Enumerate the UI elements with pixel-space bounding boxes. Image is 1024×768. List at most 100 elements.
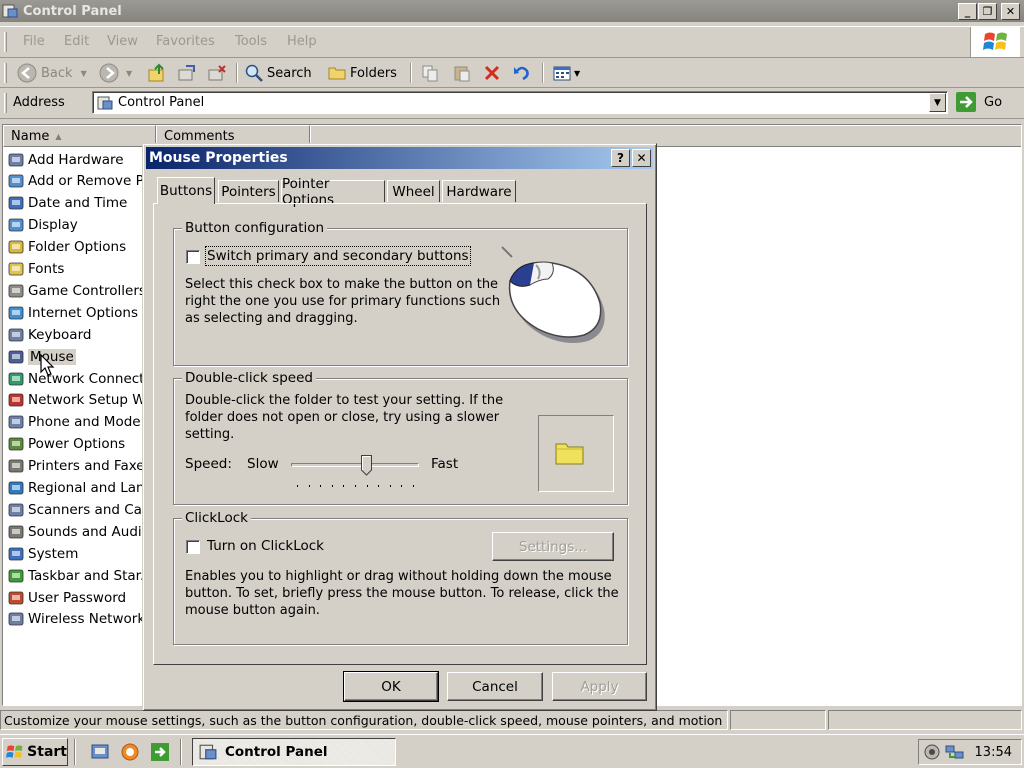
search-button[interactable]: Search — [244, 62, 312, 84]
list-item[interactable]: Printers and Faxes — [7, 456, 143, 477]
list-item[interactable]: System — [7, 543, 143, 564]
taskbar-control-panel-button[interactable]: Control Panel — [192, 738, 396, 766]
address-value: Control Panel — [118, 95, 205, 110]
tab-pointers[interactable]: Pointers — [218, 180, 279, 202]
list-item-label: Display — [28, 217, 78, 234]
tab-buttons[interactable]: Buttons — [157, 177, 215, 204]
close-window-button[interactable]: ✕ — [1001, 3, 1020, 20]
tray-network-icon[interactable] — [945, 743, 965, 761]
slider-tick — [343, 485, 345, 487]
help-button[interactable]: ? — [611, 149, 630, 167]
list-item[interactable]: Date and Time — [7, 193, 143, 214]
test-folder-area[interactable] — [538, 415, 614, 492]
back-button[interactable]: Back ▼ — [16, 62, 87, 84]
apply-button[interactable]: Apply — [552, 672, 647, 701]
status-panel-2 — [730, 710, 826, 730]
dialog-close-button[interactable]: ✕ — [632, 149, 651, 167]
column-header-name[interactable]: Name ▲ — [3, 125, 156, 147]
go-button[interactable]: Go — [955, 91, 1002, 113]
tab-pointer-options[interactable]: Pointer Options — [281, 176, 385, 208]
slider-thumb[interactable] — [361, 455, 373, 476]
browser-icon[interactable] — [120, 742, 140, 762]
maximize-button[interactable]: ❐ — [978, 3, 997, 20]
list-item-label: Taskbar and Star... — [28, 567, 143, 584]
menu-view[interactable]: View — [107, 34, 138, 49]
ok-label: OK — [381, 678, 401, 695]
tab-wheel[interactable]: Wheel — [387, 180, 440, 202]
double-click-speed-group: Double-click speed Double-click the fold… — [173, 370, 628, 505]
tab-hardware[interactable]: Hardware — [442, 180, 516, 202]
clicklock-label[interactable]: Turn on ClickLock — [207, 538, 324, 554]
button-config-desc-line-1: Select this check box to make the button… — [185, 277, 499, 292]
list-item[interactable]: Taskbar and Star... — [7, 565, 143, 586]
address-bar: Address Control Panel ▼ Go — [0, 89, 1024, 119]
cancel-button[interactable]: Cancel — [447, 672, 543, 701]
tray-clock-app-icon[interactable] — [923, 743, 941, 761]
double-click-desc-line-2: folder does not open or close, try using… — [185, 410, 500, 425]
back-dropdown-icon[interactable]: ▼ — [81, 69, 87, 78]
regional-globe-icon — [8, 481, 24, 495]
list-item[interactable]: Keyboard — [7, 324, 143, 345]
clicklock-checkbox[interactable] — [186, 540, 200, 554]
folders-button[interactable]: Folders — [327, 62, 397, 84]
ok-button[interactable]: OK — [343, 671, 439, 702]
clicklock-settings-button[interactable]: Settings... — [492, 532, 614, 561]
list-item[interactable]: Regional and Lan... — [7, 478, 143, 499]
copy-to-button[interactable] — [206, 62, 228, 84]
menu-file[interactable]: File — [23, 34, 45, 49]
list-item[interactable]: Mouse — [7, 346, 143, 367]
list-item[interactable]: Phone and Mode... — [7, 412, 143, 433]
move-to-button[interactable] — [176, 62, 198, 84]
list-item[interactable]: Wireless Network... — [7, 609, 143, 630]
forward-dropdown-icon[interactable]: ▼ — [126, 69, 132, 78]
list-item[interactable]: Sounds and Audi... — [7, 521, 143, 542]
list-item[interactable]: Scanners and Ca... — [7, 499, 143, 520]
undo-button[interactable] — [512, 62, 532, 84]
menu-edit[interactable]: Edit — [64, 34, 89, 49]
show-desktop-icon[interactable] — [90, 742, 110, 762]
launch-arrow-icon[interactable] — [150, 742, 170, 762]
list-item-label: Network Setup W... — [28, 392, 143, 409]
clicklock-desc-line-2: button. To set, briefly press the mouse … — [185, 586, 619, 601]
address-input[interactable]: Control Panel ▼ — [92, 91, 948, 114]
paste-button[interactable] — [452, 62, 472, 84]
switch-buttons-label[interactable]: Switch primary and secondary buttons — [205, 246, 471, 266]
switch-buttons-checkbox[interactable] — [186, 250, 200, 264]
button-configuration-title: Button configuration — [182, 220, 328, 236]
dialog-title-bar: Mouse Properties ? ✕ — [146, 147, 653, 169]
list-item[interactable]: Fonts — [7, 259, 143, 280]
menu-help[interactable]: Help — [287, 34, 317, 49]
menu-tools[interactable]: Tools — [235, 34, 267, 49]
list-item[interactable]: Network Setup W... — [7, 390, 143, 411]
minimize-button[interactable]: _ — [958, 3, 977, 20]
slider-tick — [355, 485, 356, 487]
list-item[interactable]: User Password — [7, 587, 143, 608]
menu-favorites[interactable]: Favorites — [156, 34, 215, 49]
address-dropdown-button[interactable]: ▼ — [929, 93, 946, 112]
views-dropdown-icon: ▼ — [574, 68, 581, 78]
double-click-speed-slider[interactable] — [291, 455, 419, 489]
forward-button[interactable]: ▼ — [98, 62, 132, 84]
column-name-label: Name — [11, 128, 50, 144]
list-item[interactable]: Folder Options — [7, 237, 143, 258]
start-button[interactable]: Start — [2, 738, 68, 766]
list-item[interactable]: Power Options — [7, 434, 143, 455]
slider-tick — [308, 485, 310, 487]
slow-label: Slow — [247, 456, 279, 472]
list-item[interactable]: Display — [7, 215, 143, 236]
views-button[interactable]: ▼ — [552, 62, 580, 84]
list-item[interactable]: Internet Options — [7, 302, 143, 323]
list-item[interactable]: Game Controllers — [7, 280, 143, 301]
list-item[interactable]: Network Connect... — [7, 368, 143, 389]
folder-options-icon — [8, 240, 24, 254]
list-item[interactable]: Add or Remove P... — [7, 171, 143, 192]
test-folder-icon[interactable] — [554, 440, 586, 466]
list-item[interactable]: Add Hardware — [7, 149, 143, 170]
delete-button[interactable] — [482, 62, 502, 84]
list-item-label: Keyboard — [28, 326, 92, 343]
up-folder-button[interactable] — [146, 62, 168, 84]
undo-icon — [514, 66, 529, 81]
computer-icon — [8, 547, 24, 561]
slider-tick — [389, 485, 391, 487]
copy-button[interactable] — [420, 62, 440, 84]
